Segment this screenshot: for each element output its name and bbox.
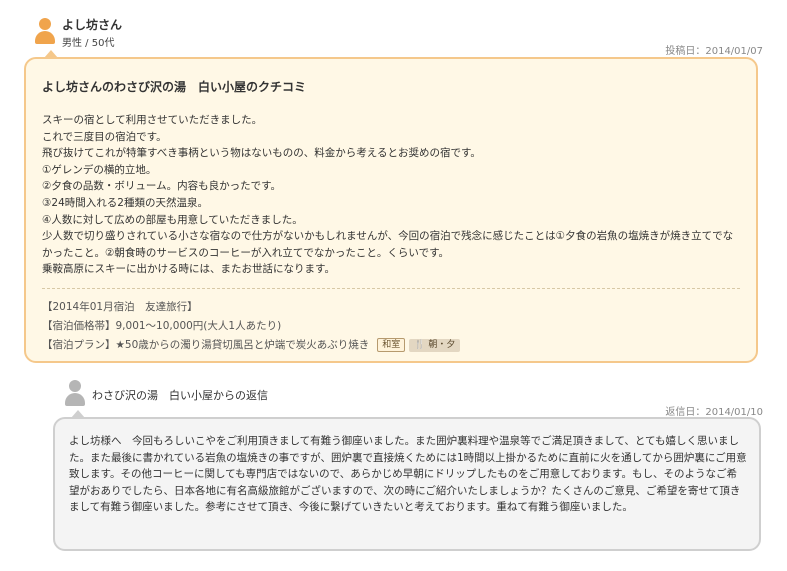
meal-tag: 🍴 朝・夕 [409, 338, 461, 352]
price-info: 【宿泊価格帯】9,001～10,000円(大人1人あたり) [42, 320, 282, 332]
reply-card: よし坊様へ 今回もろしいこやをご利用頂きまして有難う御座いました。また囲炉裏料理… [53, 410, 761, 551]
reply-date: 返信日：2014/01/10 [665, 407, 763, 418]
review-line: 乗鞍高原にスキーに出かける時には、またお世話になります。 [42, 263, 335, 276]
room-type-tag: 和室 [377, 338, 406, 352]
user-avatar-icon [34, 18, 56, 44]
posted-date: 投稿日：2014/01/07 [665, 46, 763, 57]
divider [42, 288, 740, 289]
review-line: スキーの宿として利用させていただきました。 [42, 114, 263, 126]
review-line: ②夕食の品数・ボリューム。内容も良かったです。 [42, 180, 282, 193]
plan-info: 【宿泊プラン】★50歳からの濁り湯貸切風呂と炉端で炭火あぶり焼き [42, 339, 370, 351]
review-line: ④人数に対して広めの部屋も用意していただきました。 [42, 213, 303, 226]
review-card: よし坊さんのわさび沢の湯 白い小屋のクチコミ スキーの宿として利用させていただき… [24, 50, 758, 363]
user-name: よし坊さん [62, 18, 123, 32]
stay-info: 【2014年01月宿泊 友達旅行】 [42, 301, 198, 313]
review-line: ①ゲレンデの横的立地。 [42, 163, 157, 176]
user-meta: 男性 / 50代 [62, 38, 115, 49]
review-title: よし坊さんのわさび沢の湯 白い小屋のクチコミ [42, 80, 307, 94]
review-body: スキーの宿として利用させていただきました。 これで三度目の宿泊です。 飛び抜けて… [42, 112, 742, 278]
review-line: これで三度目の宿泊です。 [42, 130, 167, 143]
reply-body: よし坊様へ 今回もろしいこやをご利用頂きまして有難う御座いました。また囲炉裏料理… [69, 435, 747, 513]
review-line: 飛び抜けてこれが特筆すべき事柄という物はないものの、料金から考えるとお奨めの宿で… [42, 147, 481, 160]
reply-author: わさび沢の湯 白い小屋からの返信 [92, 389, 268, 402]
review-line: ③24時間入れる2種類の天然温泉。 [42, 196, 208, 209]
review-line: 少人数で切り盛りされている小さな宿なので仕方がないかもしれませんが、今回の宿泊で… [42, 230, 734, 259]
host-avatar-icon [64, 380, 86, 406]
plan-info-row: 【宿泊プラン】★50歳からの濁り湯貸切風呂と炉端で炭火あぶり焼き 和室 🍴 朝・夕 [42, 337, 461, 352]
